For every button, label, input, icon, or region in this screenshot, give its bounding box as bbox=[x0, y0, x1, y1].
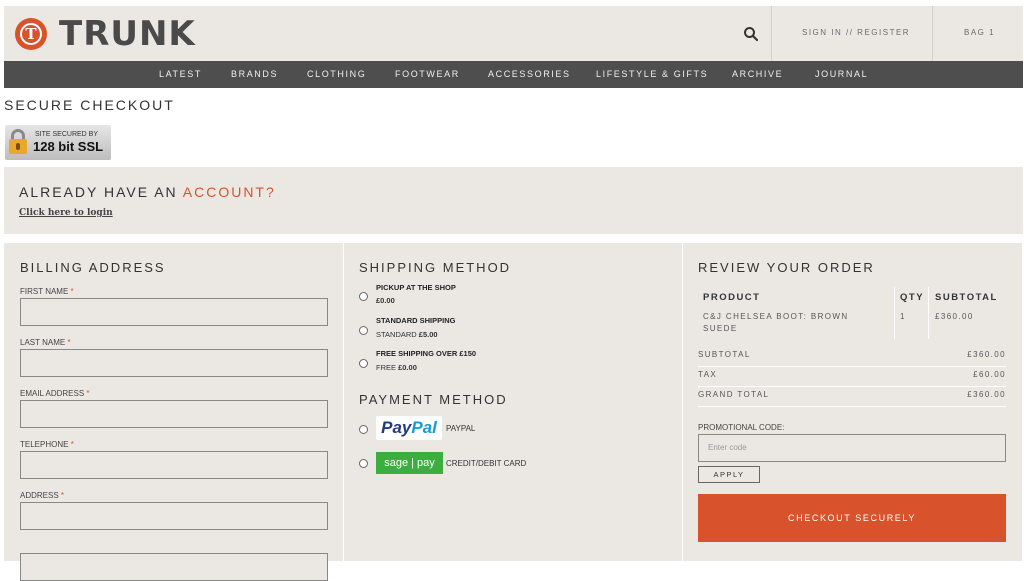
totals-label: SUBTOTAL bbox=[698, 350, 751, 359]
totals-row-subtotal: SUBTOTAL £360.00 bbox=[698, 347, 1006, 367]
telephone-field[interactable] bbox=[20, 451, 328, 479]
shipping-option-sub: STANDARD £5.00 bbox=[376, 330, 438, 339]
totals-value: £360.00 bbox=[967, 390, 1006, 399]
payment-radio-card[interactable] bbox=[359, 459, 368, 468]
column-header-qty: QTY bbox=[900, 292, 925, 303]
site-header: T TRUNK SIGN IN // REGISTER BAG 1 bbox=[4, 6, 1023, 61]
logo-letter: T bbox=[25, 25, 37, 43]
address-label: ADDRESS * bbox=[20, 491, 65, 500]
account-heading: ALREADY HAVE AN ACCOUNT? bbox=[19, 184, 276, 200]
order-item-qty: 1 bbox=[900, 312, 906, 321]
ssl-small-text: SITE SECURED BY bbox=[35, 131, 99, 138]
promo-code-label: PROMOTIONAL CODE: bbox=[698, 423, 785, 432]
payment-heading: PAYMENT METHOD bbox=[359, 392, 508, 407]
login-link[interactable]: Click here to login bbox=[19, 208, 113, 218]
email-field[interactable] bbox=[20, 400, 328, 428]
table-column-separator bbox=[928, 287, 929, 339]
ssl-badge: SITE SECURED BY 128 bit SSL bbox=[5, 125, 111, 160]
telephone-label: TELEPHONE * bbox=[20, 440, 74, 449]
bag-link[interactable]: BAG 1 bbox=[964, 28, 995, 37]
first-name-field[interactable] bbox=[20, 298, 328, 326]
header-divider bbox=[932, 6, 933, 61]
sagepay-logo: sage | pay bbox=[376, 452, 443, 474]
nav-item-lifestyle-gifts[interactable]: LIFESTYLE & GIFTS bbox=[596, 69, 708, 79]
review-heading: REVIEW YOUR ORDER bbox=[698, 260, 875, 275]
totals-label: TAX bbox=[698, 370, 718, 379]
shipping-option-sub: FREE £0.00 bbox=[376, 363, 417, 372]
nav-item-journal[interactable]: JOURNAL bbox=[815, 69, 868, 79]
order-item-subtotal: £360.00 bbox=[935, 312, 974, 321]
search-icon[interactable] bbox=[742, 25, 760, 43]
shipping-payment-panel: SHIPPING METHOD PICKUP AT THE SHOP £0.00… bbox=[344, 243, 682, 561]
last-name-label: LAST NAME * bbox=[20, 338, 71, 347]
trunk-logo-icon[interactable]: T bbox=[15, 18, 47, 50]
apply-button[interactable]: APPLY bbox=[698, 466, 760, 483]
address-field[interactable] bbox=[20, 502, 328, 530]
promo-code-input[interactable]: Enter code bbox=[698, 434, 1006, 462]
account-heading-prefix: ALREADY HAVE AN bbox=[19, 184, 183, 200]
billing-panel: BILLING ADDRESS FIRST NAME * LAST NAME *… bbox=[4, 243, 343, 581]
billing-heading: BILLING ADDRESS bbox=[20, 260, 166, 275]
address-line-2-field[interactable] bbox=[20, 553, 328, 581]
shipping-radio-standard[interactable] bbox=[359, 326, 368, 335]
email-label: EMAIL ADDRESS * bbox=[20, 389, 90, 398]
table-column-separator bbox=[894, 287, 895, 339]
first-name-label: FIRST NAME * bbox=[20, 287, 74, 296]
totals-row-grand-total: GRAND TOTAL £360.00 bbox=[698, 387, 1006, 407]
shipping-radio-free[interactable] bbox=[359, 359, 368, 368]
paypal-logo: PayPal bbox=[376, 416, 442, 440]
totals-value: £360.00 bbox=[967, 350, 1006, 359]
totals-label: GRAND TOTAL bbox=[698, 390, 770, 399]
account-panel: ALREADY HAVE AN ACCOUNT? Click here to l… bbox=[4, 167, 1023, 234]
totals-value: £60.00 bbox=[973, 370, 1006, 379]
lock-body bbox=[9, 139, 27, 154]
ssl-big-text: 128 bit SSL bbox=[33, 139, 104, 154]
header-divider bbox=[771, 6, 772, 61]
card-label: CREDIT/DEBIT CARD bbox=[446, 459, 527, 468]
last-name-field[interactable] bbox=[20, 349, 328, 377]
order-item-product: C&J CHELSEA BOOT: BROWN SUEDE bbox=[703, 312, 849, 333]
shipping-radio-pickup[interactable] bbox=[359, 292, 368, 301]
nav-item-accessories[interactable]: ACCESSORIES bbox=[488, 69, 571, 79]
main-nav: LATEST BRANDS CLOTHING FOOTWEAR ACCESSOR… bbox=[4, 61, 1023, 88]
shipping-option-title: PICKUP AT THE SHOP bbox=[376, 283, 456, 292]
logo-text[interactable]: TRUNK bbox=[59, 14, 196, 54]
column-header-subtotal: SUBTOTAL bbox=[935, 292, 998, 303]
column-header-product: PRODUCT bbox=[703, 292, 761, 303]
nav-item-brands[interactable]: BRANDS bbox=[231, 69, 278, 79]
nav-item-latest[interactable]: LATEST bbox=[159, 69, 202, 79]
totals-row-tax: TAX £60.00 bbox=[698, 367, 1006, 387]
sign-in-register-link[interactable]: SIGN IN // REGISTER bbox=[802, 28, 910, 37]
shipping-heading: SHIPPING METHOD bbox=[359, 260, 512, 275]
account-heading-accent: ACCOUNT? bbox=[182, 184, 276, 200]
nav-item-footwear[interactable]: FOOTWEAR bbox=[395, 69, 460, 79]
shipping-option-title: STANDARD SHIPPING bbox=[376, 316, 456, 325]
checkout-securely-button[interactable]: CHECKOUT SECURELY bbox=[698, 494, 1006, 542]
page-title: SECURE CHECKOUT bbox=[4, 97, 175, 113]
payment-radio-paypal[interactable] bbox=[359, 425, 368, 434]
paypal-label: PAYPAL bbox=[446, 424, 476, 433]
nav-item-clothing[interactable]: CLOTHING bbox=[307, 69, 366, 79]
review-panel: REVIEW YOUR ORDER PRODUCT QTY SUBTOTAL C… bbox=[683, 243, 1022, 561]
shipping-option-sub: £0.00 bbox=[376, 296, 395, 305]
shipping-option-title: FREE SHIPPING OVER £150 bbox=[376, 349, 477, 358]
nav-item-archive[interactable]: ARCHIVE bbox=[732, 69, 783, 79]
